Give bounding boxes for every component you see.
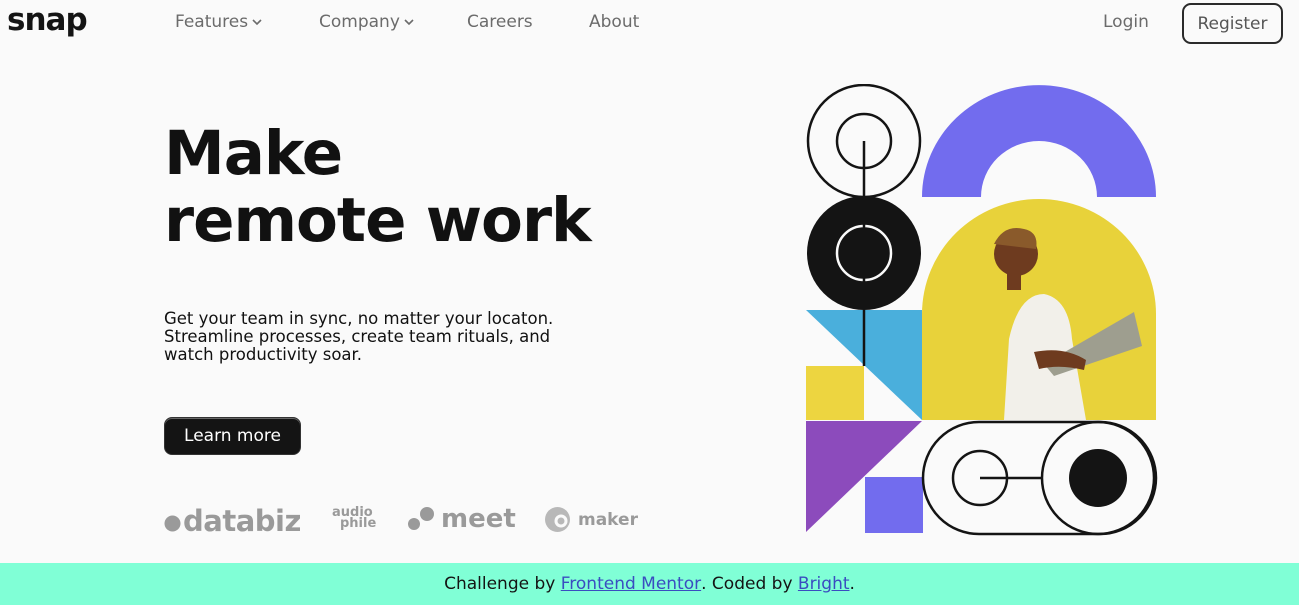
register-button[interactable]: Register (1182, 3, 1283, 44)
footer-text: . Coded by (701, 574, 798, 594)
meet-logo: meet (407, 504, 516, 534)
frontend-mentor-link[interactable]: Frontend Mentor (561, 574, 701, 594)
nav-item-label: Careers (467, 12, 533, 32)
snap-logo[interactable]: snap (7, 2, 88, 38)
yellow-square-shape (806, 366, 864, 420)
learn-more-button[interactable]: Learn more (164, 417, 301, 455)
databiz-logo-icon (164, 515, 181, 531)
purple-arch-shape (922, 85, 1156, 197)
hero-title: Make remote work (164, 118, 592, 256)
hero-description-line: Get your team in sync, no matter your lo… (164, 309, 554, 328)
client-name: meet (441, 504, 516, 534)
login-link[interactable]: Login (1103, 12, 1149, 32)
nav-item-label: About (589, 12, 640, 32)
person-photo (922, 199, 1156, 420)
author-link[interactable]: Bright (798, 574, 850, 594)
purple-square-shape (865, 477, 923, 533)
nav-item-label: Company (319, 12, 400, 32)
nav-item-about[interactable]: About (589, 12, 639, 32)
audiophile-logo: audio phile (332, 506, 377, 531)
nav-item-features[interactable]: Features (175, 12, 262, 32)
nav-item-company[interactable]: Company (319, 12, 414, 32)
pill-shape (921, 420, 1158, 536)
top-navigation: snap Features Company Careers About Logi… (0, 0, 1299, 46)
hero-title-line: Make (164, 118, 343, 189)
chevron-down-icon (252, 19, 262, 26)
hero-description: Get your team in sync, no matter your lo… (164, 310, 604, 364)
chevron-down-icon (404, 19, 414, 26)
client-name: databiz (183, 504, 301, 538)
maker-logo: maker (544, 506, 638, 533)
databiz-logo: databiz (164, 504, 301, 538)
footer-text: . (849, 574, 855, 594)
footer-text: Challenge by (444, 574, 561, 594)
hero-description-line: watch productivity soar. (164, 345, 363, 364)
meet-logo-icon (408, 507, 434, 530)
client-name: phile (340, 516, 377, 531)
maker-logo-icon (545, 507, 570, 532)
nav-item-label: Features (175, 12, 249, 32)
hero-description-line: Streamline processes, create team ritual… (164, 327, 551, 346)
client-name: maker (578, 509, 638, 530)
attribution-footer: Challenge by Frontend Mentor . Coded by … (0, 563, 1299, 605)
nav-item-careers[interactable]: Careers (467, 12, 533, 32)
hero-title-line: remote work (164, 185, 592, 256)
hero-illustration (806, 84, 1158, 536)
